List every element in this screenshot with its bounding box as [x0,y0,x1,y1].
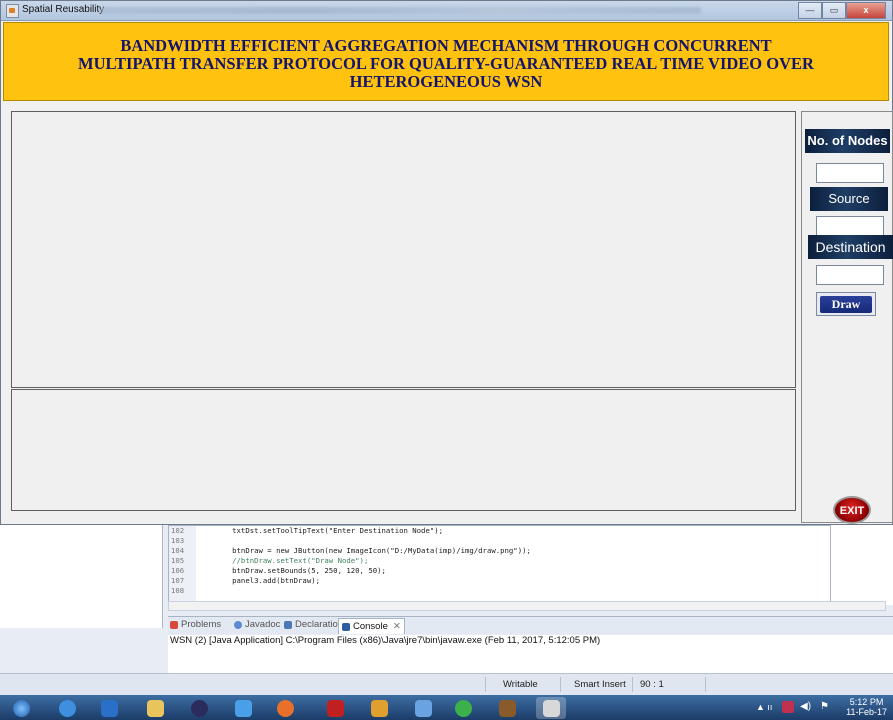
signal-icon[interactable]: ▲ ıı [756,702,772,712]
nodes-input[interactable] [816,163,884,183]
tab-declaration[interactable]: Declaration [284,619,343,630]
taskbar-java[interactable] [536,697,566,719]
taskbar-outlook[interactable] [94,697,124,719]
outline-view[interactable] [830,525,893,605]
code-editor[interactable]: 102 txtDst.setToolTipText("Enter Destina… [168,525,886,605]
insert-mode-status: Smart Insert [574,679,626,690]
taskbar-ie[interactable] [52,697,82,719]
start-button[interactable] [6,697,36,719]
windows-taskbar: ▲ ıı ◀) ⚑ 5:12 PM 11-Feb-17 [0,695,893,720]
cursor-position: 90 : 1 [640,679,664,690]
taskbar-eclipse[interactable] [184,697,214,719]
paint-icon [370,699,388,717]
destination-input[interactable] [816,265,884,285]
console-header: WSN (2) [Java Application] C:\Program Fi… [168,635,893,648]
tab-javadoc[interactable]: Javadoc [234,619,280,630]
tab-problems[interactable]: Problems [170,619,221,630]
taskbar-chrome[interactable] [448,697,478,719]
spatial-reusability-window: Spatial Reusability — ▭ x BANDWIDTH EFFI… [0,0,893,525]
banner-line-2: MULTIPATH TRANSFER PROTOCOL FOR QUALITY-… [78,54,814,73]
clock[interactable]: 5:12 PM 11-Feb-17 [846,697,887,717]
output-panel [11,389,796,511]
internet-explorer-icon [58,699,76,717]
writable-status: Writable [503,679,538,690]
taskbar-explorer[interactable] [140,697,170,719]
close-icon[interactable]: ✕ [393,621,401,632]
title-banner: BANDWIDTH EFFICIENT AGGREGATION MECHANIS… [3,22,889,101]
java-icon [6,4,19,18]
acrobat-icon [326,699,344,717]
tab-console[interactable]: Console ✕ [338,618,405,634]
eclipse-workbench: 102 txtDst.setToolTipText("Enter Destina… [0,525,893,720]
firefox-icon [276,699,294,717]
code-line: 105 //btnDraw.setText("Draw Node"); [171,556,369,565]
package-explorer[interactable] [0,525,163,628]
window-controls: — ▭ x [798,2,886,19]
source-label: Source [810,187,888,211]
volume-icon[interactable]: ◀) [800,701,811,712]
code-line: 103 [171,536,185,545]
taskbar-mail[interactable] [408,697,438,719]
network-canvas[interactable] [11,111,796,388]
code-line: 102 txtDst.setToolTipText("Enter Destina… [171,526,444,535]
console-output[interactable] [168,648,893,673]
chrome-icon [454,699,472,717]
javadoc-icon [234,620,242,629]
code-line: 107 panel3.add(btnDraw); [171,576,321,585]
title-bar[interactable]: Spatial Reusability — ▭ x [1,1,892,21]
maximize-button[interactable]: ▭ [822,2,846,19]
mail-icon [414,699,432,717]
taskbar-firefox[interactable] [270,697,300,719]
minimize-button[interactable]: — [798,2,822,19]
exit-button[interactable]: EXIT [833,496,871,524]
flag-icon[interactable]: ⚑ [820,701,829,712]
system-tray: ▲ ıı ◀) ⚑ 5:12 PM 11-Feb-17 [748,695,893,720]
outlook-icon [100,699,118,717]
game-icon [498,699,516,717]
status-bar: Writable Smart Insert 90 : 1 [0,673,893,696]
banner-line-3: HETEROGENEOUS WSN [349,72,543,91]
console-icon [342,622,350,631]
taskbar-game[interactable] [492,697,522,719]
close-button[interactable]: x [846,2,886,19]
problems-icon [170,620,178,629]
nodes-label: No. of Nodes [805,129,890,153]
destination-label: Destination [808,235,893,259]
tray-app-icon[interactable] [782,701,794,713]
window-title: Spatial Reusability [22,4,105,15]
draw-button[interactable]: Draw [816,292,876,316]
eclipse-icon [190,699,208,717]
blurred-titlebar-area [101,7,701,14]
editor-horizontal-scrollbar[interactable] [168,601,886,611]
taskbar-paint[interactable] [364,697,394,719]
app-icon [234,699,252,717]
declaration-icon [284,620,292,629]
code-line: 106 btnDraw.setBounds(5, 250, 120, 50); [171,566,386,575]
source-input[interactable] [816,216,884,236]
code-line: 104 btnDraw = new JButton(new ImageIcon(… [171,546,531,555]
code-line: 108 [171,586,185,595]
views-tab-bar: Problems Javadoc Declaration Console ✕ [168,616,893,720]
taskbar-app[interactable] [228,697,258,719]
banner-line-1: BANDWIDTH EFFICIENT AGGREGATION MECHANIS… [120,36,772,55]
taskbar-acrobat[interactable] [320,697,350,719]
windows-logo-icon [12,699,30,717]
java-icon [542,699,560,717]
folder-icon [146,699,164,717]
